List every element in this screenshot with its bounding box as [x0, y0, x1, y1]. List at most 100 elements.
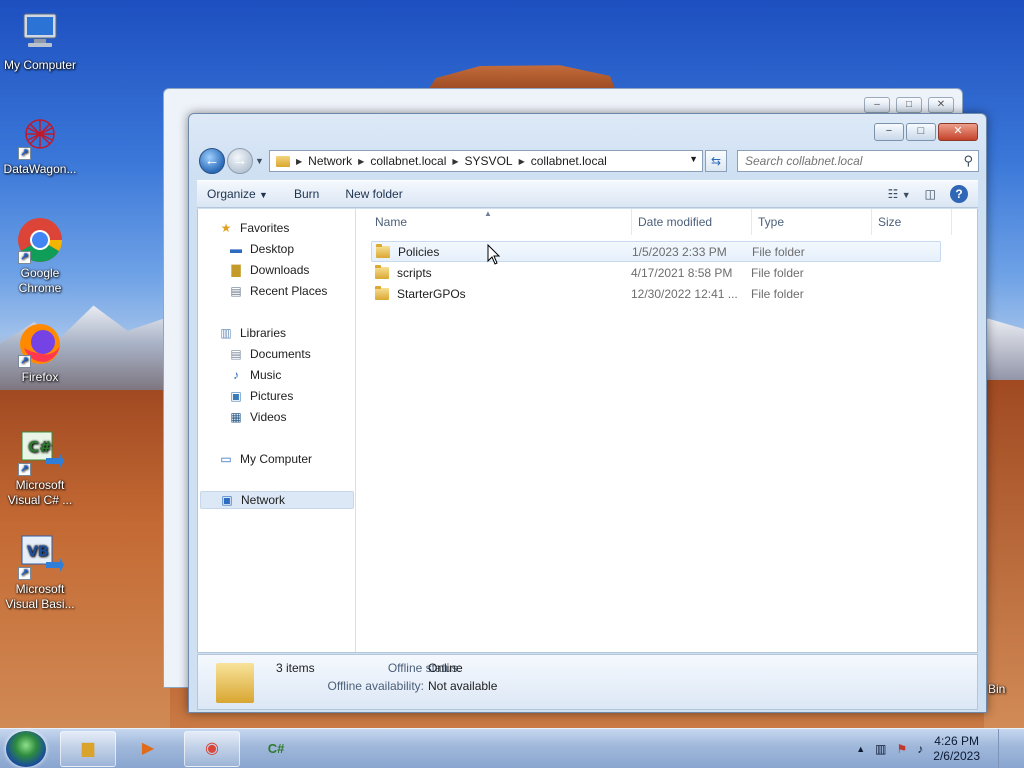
explorer-icon: ▆: [81, 740, 95, 757]
nav-downloads[interactable]: ▇ Downloads: [228, 261, 309, 279]
search-input[interactable]: [738, 151, 948, 171]
minimize-icon[interactable]: –: [864, 97, 890, 113]
navigation-pane: ★ Favorites ▬ Desktop ▇ Downloads ▤ Recent P…: [198, 209, 356, 652]
maximize-button[interactable]: □: [906, 123, 936, 141]
nav-recent-places[interactable]: ▤ Recent Places: [228, 282, 327, 300]
chevron-right-icon[interactable]: ▶: [452, 157, 458, 166]
documents-icon: ▤: [230, 347, 242, 361]
breadcrumb-item[interactable]: Network: [308, 154, 352, 168]
nav-documents[interactable]: ▤ Documents: [228, 345, 310, 363]
burn-button[interactable]: Burn: [294, 187, 319, 201]
offline-availability-value: Not available: [428, 679, 498, 693]
nav-label: Music: [250, 368, 282, 382]
file-name-cell: StarterGPOs: [371, 285, 631, 301]
clock[interactable]: 4:26 PM 2/6/2023: [933, 734, 980, 764]
my-computer-icon: [16, 8, 64, 56]
close-button[interactable]: ✕: [938, 123, 978, 141]
file-row-policies[interactable]: Policies 1/5/2023 2:33 PM File folder: [371, 241, 941, 262]
start-button[interactable]: [6, 731, 46, 767]
nav-label: My Computer: [240, 452, 313, 466]
command-bar: Organize ▼ Burn New folder ☷ ▼ ◫ ?: [197, 180, 978, 208]
nav-label: Libraries: [240, 326, 287, 340]
maximize-icon[interactable]: □: [896, 97, 922, 113]
new-folder-button[interactable]: New folder: [345, 187, 402, 201]
view-controls: ☷ ▼ ◫ ?: [888, 185, 968, 203]
nav-favorites[interactable]: ★ Favorites: [218, 219, 290, 237]
desktop-icon-visual-csharp[interactable]: C# ↗ Microsoft Visual C# ...: [0, 428, 80, 508]
shortcut-arrow-icon: ↗: [18, 147, 31, 160]
change-view-button[interactable]: ☷ ▼: [888, 187, 911, 201]
taskbar-explorer[interactable]: ▆: [60, 731, 116, 767]
star-icon: ★: [220, 221, 232, 235]
breadcrumb-item[interactable]: SYSVOL: [465, 154, 513, 168]
close-icon[interactable]: ✕: [928, 97, 954, 113]
nav-pictures[interactable]: ▣ Pictures: [228, 387, 293, 405]
show-hidden-icons-icon[interactable]: ▲: [856, 744, 865, 754]
desktop-icon-label: Microsoft Visual Basi...: [5, 582, 75, 611]
desktop-icon-visual-basic[interactable]: VB ↗ Microsoft Visual Basi...: [0, 532, 80, 612]
background-window-caption-buttons: – □ ✕: [864, 97, 954, 113]
shortcut-arrow-icon: ↗: [18, 251, 31, 264]
file-type: File folder: [751, 265, 804, 280]
column-header-type[interactable]: Type: [752, 209, 872, 235]
nav-network[interactable]: ▣ Network: [200, 491, 354, 509]
nav-my-computer[interactable]: ▭ My Computer: [218, 450, 312, 468]
taskbar-chrome[interactable]: ◉: [184, 731, 240, 767]
history-dropdown-icon[interactable]: ▼: [255, 156, 264, 166]
taskbar-media-player[interactable]: ▶: [120, 731, 176, 767]
wallpaper-rocks-right: [984, 380, 1024, 728]
chevron-right-icon[interactable]: ▶: [296, 157, 302, 166]
back-button[interactable]: ←: [199, 148, 225, 174]
file-name-cell: scripts: [371, 264, 631, 280]
search-box[interactable]: ⚲: [737, 150, 979, 172]
explorer-window[interactable]: − □ ✕ ← → ▼ ▶ Network ▶ collabnet.local …: [188, 113, 987, 713]
desktop-icon-datawagon[interactable]: ↗ DataWagon...: [0, 112, 80, 177]
computer-icon: ▭: [220, 452, 232, 466]
forward-button[interactable]: →: [227, 148, 253, 174]
navigation-row: ← → ▼ ▶ Network ▶ collabnet.local ▶ SYSV…: [197, 148, 979, 174]
desktop-icon-chrome[interactable]: ↗ Google Chrome: [0, 216, 80, 296]
file-date: 1/5/2023 2:33 PM: [632, 244, 727, 259]
folder-large-icon: [216, 663, 254, 703]
chevron-right-icon[interactable]: ▶: [519, 157, 525, 166]
nav-desktop[interactable]: ▬ Desktop: [228, 240, 294, 258]
mouse-cursor-icon: [487, 244, 501, 265]
column-header-name[interactable]: Name ▲: [358, 209, 632, 235]
breadcrumb-item[interactable]: collabnet.local: [370, 154, 446, 168]
file-row-startergpos[interactable]: StarterGPOs 12/30/2022 12:41 ... File fo…: [371, 283, 941, 304]
preview-pane-button[interactable]: ◫: [925, 187, 936, 201]
address-dropdown-icon[interactable]: ▼: [689, 154, 698, 164]
breadcrumb-item[interactable]: collabnet.local: [531, 154, 607, 168]
nav-videos[interactable]: ▦ Videos: [228, 408, 286, 426]
organize-label: Organize: [207, 187, 256, 201]
desktop-icon-my-computer[interactable]: My Computer: [0, 8, 80, 73]
column-headers: Name ▲ Date modified Type Size: [358, 209, 977, 235]
chevron-right-icon[interactable]: ▶: [358, 157, 364, 166]
nav-libraries[interactable]: ▥ Libraries: [218, 324, 286, 342]
music-icon: ♪: [233, 368, 239, 382]
volume-icon[interactable]: ♪: [917, 742, 923, 756]
address-bar[interactable]: ▶ Network ▶ collabnet.local ▶ SYSVOL ▶ c…: [269, 150, 703, 172]
file-date: 4/17/2021 8:58 PM: [631, 265, 733, 280]
column-label: Date modified: [638, 215, 713, 229]
refresh-button[interactable]: ⇆: [705, 150, 727, 172]
show-desktop-button[interactable]: [998, 729, 1010, 768]
column-header-size[interactable]: Size: [872, 209, 952, 235]
file-row-scripts[interactable]: scripts 4/17/2021 8:58 PM File folder: [371, 262, 941, 283]
network-status-icon[interactable]: ▥: [875, 742, 886, 756]
nav-music[interactable]: ♪ Music: [228, 366, 281, 384]
search-icon[interactable]: ⚲: [963, 153, 973, 169]
visual-csharp-icon: C# ↗: [16, 428, 64, 476]
desktop-icon-firefox[interactable]: ↗ Firefox: [0, 320, 80, 385]
visual-csharp-icon: C#: [267, 741, 285, 756]
action-center-flag-icon[interactable]: ⚑: [897, 742, 908, 756]
taskbar-visual-csharp[interactable]: C#: [248, 731, 304, 767]
minimize-button[interactable]: −: [874, 123, 904, 141]
column-header-date[interactable]: Date modified: [632, 209, 752, 235]
column-label: Name: [375, 215, 408, 229]
offline-status-value: Online: [428, 661, 463, 675]
desktop-icon-label: Google Chrome: [18, 266, 62, 295]
help-icon[interactable]: ?: [950, 185, 968, 203]
file-list: Name ▲ Date modified Type Size Policies 1…: [358, 209, 977, 652]
organize-button[interactable]: Organize ▼: [207, 187, 268, 201]
